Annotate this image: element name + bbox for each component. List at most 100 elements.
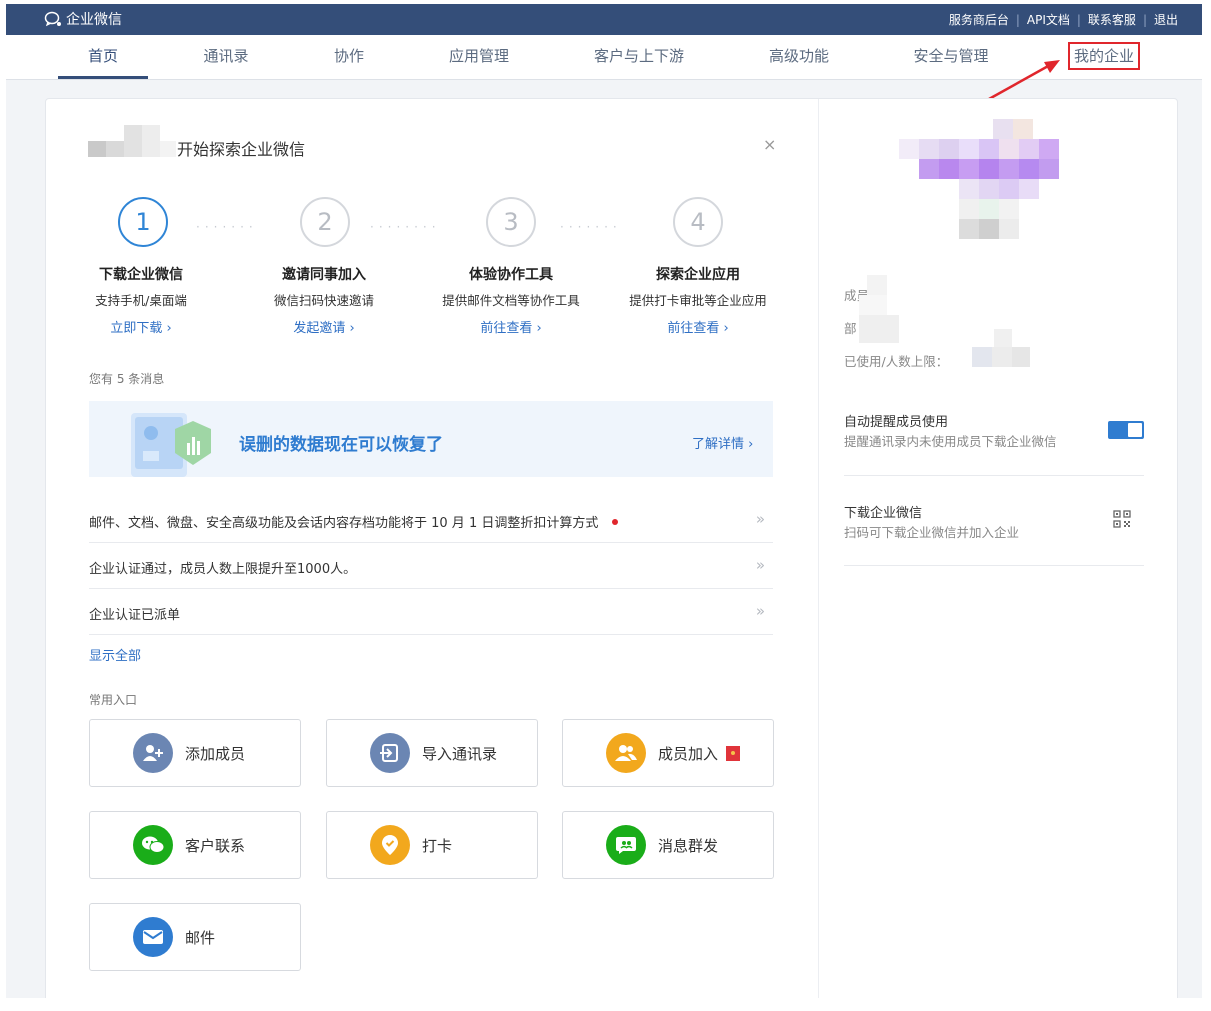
view-apps-link[interactable]: 前往查看 › [608,317,788,336]
message-text: 企业认证已派单 [89,608,181,623]
banner-text: 误删的数据现在可以恢复了 [239,435,443,455]
nav-app-management[interactable]: 应用管理 [436,35,522,79]
qr-code-icon[interactable] [1113,510,1131,528]
blurred-member-info [859,275,919,345]
nav-contacts[interactable]: 通讯录 [186,35,266,79]
nav-label: 应用管理 [448,47,509,65]
nav-label: 高级功能 [768,47,829,65]
app-frame: 企业微信 服务商后台 | API文档 | 联系客服 | 退出 首页 通讯录 协作… [6,4,1202,998]
nav-label: 客户与上下游 [593,47,684,65]
tile-label: 成员加入 [658,743,741,764]
download-now-link[interactable]: 立即下载 › [51,317,231,336]
message-text: 邮件、文档、微盘、安全高级功能及会话内容存档功能将于 10 月 1 日调整折扣计… [89,516,599,531]
wechat-icon [133,825,173,865]
message-item[interactable]: 企业认证已派单 » [89,589,773,635]
recovery-illustration-icon [131,413,211,477]
chevron-right-icon: » [755,602,765,620]
nav-customers[interactable]: 客户与上下游 [586,35,692,79]
show-all-link[interactable]: 显示全部 [89,645,141,664]
logout-link[interactable]: 退出 [1154,11,1178,28]
step-2-title: 邀请同事加入 [282,267,366,283]
nav-my-enterprise[interactable]: 我的企业 [1064,35,1144,79]
toggle-knob [1128,423,1142,437]
download-title: 下载企业微信 [844,506,923,521]
nav-advanced[interactable]: 高级功能 [758,35,840,79]
guide-title: 开始探索企业微信 [177,140,306,159]
chevron-right-icon: » [755,556,765,574]
unread-dot [612,518,619,525]
tile-label: 添加成员 [185,745,246,763]
download-desc: 扫码可下载企业微信并加入企业 [844,525,1020,540]
department-label: 部 [844,321,857,336]
close-icon[interactable]: × [763,135,776,154]
main-panel: 开始探索企业微信 × 1 ······· 2 ········ 3 ······… [46,99,819,998]
broadcast-button[interactable]: 消息群发 [562,811,774,879]
learn-more-link[interactable]: 了解详情 › [692,433,753,452]
step-1-title: 下载企业微信 [99,267,183,283]
broadcast-icon [606,825,646,865]
chevron-right-icon: » [755,510,765,528]
nav-label: 首页 [87,47,118,65]
tile-label: 邮件 [185,929,216,947]
step-3-desc: 提供邮件文档等协作工具 [442,293,580,308]
main-card: 开始探索企业微信 × 1 ······· 2 ········ 3 ······… [45,98,1178,998]
divider [844,475,1144,476]
top-links: 服务商后台 | API文档 | 联系客服 | 退出 [949,11,1178,28]
logo[interactable]: 企业微信 [44,9,122,29]
step-3-title: 体验协作工具 [469,267,553,283]
member-join-button[interactable]: 成员加入 [562,719,774,787]
auto-remind-toggle[interactable] [1108,421,1144,439]
quota-label: 已使用/人数上限： [844,354,949,369]
blurred-enterprise-name [88,121,178,159]
common-entries-label: 常用入口 [89,693,138,707]
enterprise-info-panel: 成员： 部 已使用/人数上限： 自动提醒成员使用 提醒通讯录内未使用成员下载企业… [819,99,1177,998]
step-4-desc: 提供打卡审批等企业应用 [629,293,767,308]
nav-label: 安全与管理 [913,47,989,65]
tile-label: 客户联系 [185,837,246,855]
import-icon [370,733,410,773]
tile-label: 消息群发 [658,837,719,855]
divider [844,565,1144,566]
step-connector: ········ [370,220,441,234]
nav-home[interactable]: 首页 [58,35,148,79]
nav-label: 我的企业 [1067,42,1140,70]
message-item[interactable]: 邮件、文档、微盘、安全高级功能及会话内容存档功能将于 10 月 1 日调整折扣计… [89,497,773,543]
nav-label: 通讯录 [203,47,249,65]
message-text: 企业认证通过，成员人数上限提升至1000人。 [89,562,357,577]
step-1-circle: 1 [118,197,168,247]
view-collab-link[interactable]: 前往查看 › [421,317,601,336]
add-member-button[interactable]: 添加成员 [89,719,301,787]
location-icon [370,825,410,865]
contact-support-link[interactable]: 联系客服 [1088,11,1136,28]
nav-collaboration[interactable]: 协作 [314,35,384,79]
service-provider-link[interactable]: 服务商后台 [949,11,1009,28]
tile-label: 打卡 [422,837,453,855]
step-2-desc: 微信扫码快速邀请 [273,293,374,308]
step-4-title: 探索企业应用 [656,267,740,283]
tile-label: 导入通讯录 [422,745,498,763]
customer-contact-button[interactable]: 客户联系 [89,811,301,879]
separator: | [1142,12,1147,27]
step-1-desc: 支持手机/桌面端 [95,293,187,308]
step-connector: ······· [560,220,622,234]
api-docs-link[interactable]: API文档 [1027,11,1070,28]
message-item[interactable]: 企业认证通过，成员人数上限提升至1000人。 » [89,543,773,589]
step-connector: ······· [196,220,258,234]
wework-logo-icon [44,11,61,27]
message-count: 您有 5 条消息 [89,372,165,386]
import-contacts-button[interactable]: 导入通讯录 [326,719,538,787]
nav-label: 协作 [333,47,364,65]
red-packet-icon [726,746,741,761]
nav-security[interactable]: 安全与管理 [904,35,998,79]
blurred-enterprise-logo [899,117,1079,247]
tile-label-text: 成员加入 [658,745,719,763]
mail-button[interactable]: 邮件 [89,903,301,971]
logo-text: 企业微信 [66,12,122,28]
step-4-circle: 4 [673,197,723,247]
step-2-circle: 2 [300,197,350,247]
send-invite-link[interactable]: 发起邀请 › [234,317,414,336]
separator: | [1015,12,1020,27]
mail-icon [133,917,173,957]
check-in-button[interactable]: 打卡 [326,811,538,879]
data-recovery-banner[interactable]: 误删的数据现在可以恢复了 了解详情 › [89,401,773,477]
